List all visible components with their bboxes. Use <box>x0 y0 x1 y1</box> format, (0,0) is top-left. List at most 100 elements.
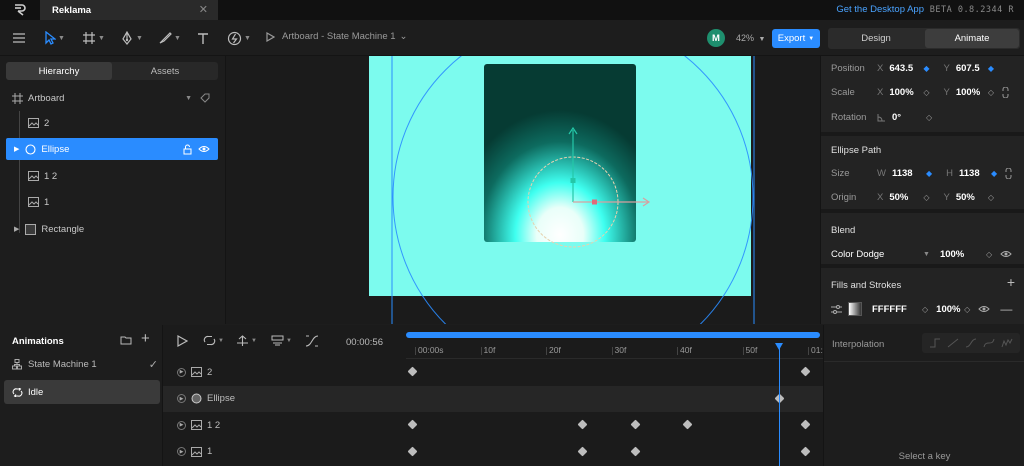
select-tool-icon[interactable]: ▼ <box>44 29 65 47</box>
loop-mode-button[interactable]: ▼ <box>203 335 224 346</box>
hierarchy-item-rectangle[interactable]: ▶ Rectangle <box>6 218 218 240</box>
rive-logo-icon[interactable] <box>0 0 40 20</box>
pen-tool-icon[interactable]: ▼ <box>120 29 143 47</box>
rotation-input[interactable]: 0° <box>892 112 926 123</box>
hierarchy-item-1-2[interactable]: 1 2 <box>6 165 218 187</box>
desktop-app-link[interactable]: Get the Desktop App <box>836 4 924 15</box>
position-x-input[interactable]: 643.5 <box>889 63 923 74</box>
keyframe[interactable] <box>630 446 641 456</box>
timeline-row-header[interactable]: ▶ Ellipse <box>177 386 235 412</box>
keyframe[interactable] <box>577 446 588 456</box>
opacity-input[interactable]: 100% <box>940 249 986 260</box>
artboard-tool-icon[interactable]: ▼ <box>82 29 105 47</box>
timeline-row[interactable]: ▶ 1 2 <box>163 412 823 438</box>
custom-curve-icon[interactable] <box>983 338 995 348</box>
expand-arrow-icon[interactable]: ▶ <box>14 145 19 153</box>
keyframe[interactable] <box>407 366 418 377</box>
direction-button[interactable]: ▼ <box>236 335 257 347</box>
keyframe[interactable] <box>407 446 418 456</box>
keyframe-diamond-icon[interactable]: ◇ <box>986 250 992 259</box>
keyframe[interactable] <box>800 446 811 456</box>
keyframe-diamond-icon[interactable]: ◇ <box>964 305 970 314</box>
keyframe-diamond-icon[interactable]: ◆ <box>988 64 994 73</box>
add-fill-icon[interactable]: + <box>1007 274 1015 290</box>
snap-button[interactable]: ▼ <box>271 335 292 346</box>
width-input[interactable]: 1138 <box>892 168 926 179</box>
timeline-row-header[interactable]: ▶ 2 <box>177 359 212 385</box>
keyframe[interactable] <box>630 419 641 430</box>
menu-icon[interactable] <box>12 29 26 47</box>
tab-assets[interactable]: Assets <box>112 62 218 80</box>
timeline-row[interactable]: ▶ 1 <box>163 439 823 465</box>
export-button[interactable]: Export ▼ <box>772 29 820 48</box>
design-mode-button[interactable]: Design <box>829 29 923 48</box>
brush-tool-icon[interactable]: ▼ <box>158 29 181 47</box>
timeline-ruler[interactable]: 00:00s 10f 20f 30f 40f 50f 01:00 <box>406 341 832 359</box>
keyframe-diamond-icon[interactable]: ◆ <box>923 64 929 73</box>
constraints-tool-icon[interactable]: ▼ <box>227 29 251 47</box>
expand-arrow-icon[interactable]: ▶ <box>14 225 19 233</box>
fill-settings-icon[interactable] <box>831 304 842 314</box>
animate-mode-button[interactable]: Animate <box>925 29 1019 48</box>
hierarchy-item-artboard[interactable]: Artboard ▼ <box>6 87 218 109</box>
keyframe-diamond-icon[interactable]: ◇ <box>988 88 994 97</box>
text-tool-icon[interactable] <box>197 29 209 47</box>
expand-arrow-icon[interactable]: ▶ <box>177 394 186 403</box>
stage-canvas[interactable] <box>226 56 820 324</box>
zoom-level[interactable]: 42% ▼ <box>736 33 765 43</box>
expand-arrow-icon[interactable]: ▶ <box>177 367 186 377</box>
fill-swatch[interactable] <box>848 302 862 316</box>
chevron-down-icon[interactable]: ▼ <box>923 251 930 258</box>
eye-icon[interactable] <box>978 305 991 313</box>
remove-fill-icon[interactable]: — <box>1000 302 1012 316</box>
timeline-row-header[interactable]: ▶ 1 2 <box>177 412 220 438</box>
link-icon[interactable] <box>1002 86 1009 98</box>
timeline-row-header[interactable]: ▶ 1 <box>177 439 212 465</box>
fill-opacity-input[interactable]: 100% <box>936 304 964 315</box>
timecode[interactable]: 00:00:56 <box>346 337 383 348</box>
scale-x-handle[interactable] <box>592 199 597 205</box>
playhead[interactable] <box>774 343 783 466</box>
keyframe-diamond-icon[interactable]: ◇ <box>923 193 929 202</box>
folder-icon[interactable] <box>120 335 132 345</box>
timeline-row[interactable]: ▶ 2 <box>163 359 823 385</box>
link-icon[interactable] <box>1005 167 1012 179</box>
eye-icon[interactable] <box>1000 250 1012 258</box>
cubic-curve-icon[interactable] <box>965 338 977 348</box>
keyframe[interactable] <box>407 419 418 430</box>
position-y-input[interactable]: 607.5 <box>956 63 988 74</box>
keyframe[interactable] <box>682 419 693 430</box>
keyframe[interactable] <box>800 366 811 377</box>
keyframe[interactable] <box>800 419 811 430</box>
fill-color-input[interactable]: FFFFFF <box>872 304 922 315</box>
origin-x-input[interactable]: 50% <box>889 192 923 203</box>
keyframe-diamond-icon[interactable]: ◇ <box>926 113 932 122</box>
origin-y-input[interactable]: 50% <box>956 192 988 203</box>
scale-y-handle[interactable] <box>570 178 576 183</box>
keyframe-diamond-icon[interactable]: ◆ <box>991 169 997 178</box>
tag-icon[interactable] <box>200 93 210 103</box>
expand-arrow-icon[interactable]: ▶ <box>177 420 186 430</box>
add-animation-icon[interactable]: + <box>141 330 150 347</box>
elastic-curve-icon[interactable] <box>1001 338 1013 348</box>
play-button-icon[interactable] <box>177 335 188 347</box>
scale-x-input[interactable]: 100% <box>889 87 923 98</box>
tab-hierarchy[interactable]: Hierarchy <box>6 62 112 80</box>
timeline-row[interactable]: ▶ Ellipse <box>163 385 823 412</box>
expand-arrow-icon[interactable]: ▶ <box>177 447 186 456</box>
rectangle-shape[interactable] <box>484 64 636 242</box>
chevron-down-icon[interactable]: ▼ <box>185 95 192 102</box>
hold-curve-icon[interactable] <box>929 338 941 348</box>
keyframe-diamond-icon[interactable]: ◇ <box>923 88 929 97</box>
linear-curve-icon[interactable] <box>947 338 959 348</box>
hierarchy-item-1[interactable]: 1 <box>6 191 218 213</box>
animation-item-idle[interactable]: Idle <box>4 380 160 404</box>
eye-icon[interactable] <box>198 145 210 153</box>
avatar[interactable]: M <box>707 29 725 47</box>
hierarchy-item-ellipse[interactable]: ▶ Ellipse <box>6 138 218 160</box>
keyframe-diamond-icon[interactable]: ◇ <box>988 193 994 202</box>
hierarchy-item-2[interactable]: 2 <box>6 112 218 134</box>
playhead-handle-icon[interactable] <box>774 343 783 350</box>
keyframe-diamond-icon[interactable]: ◇ <box>922 305 928 314</box>
blend-mode-select[interactable]: Color Dodge <box>831 249 923 260</box>
